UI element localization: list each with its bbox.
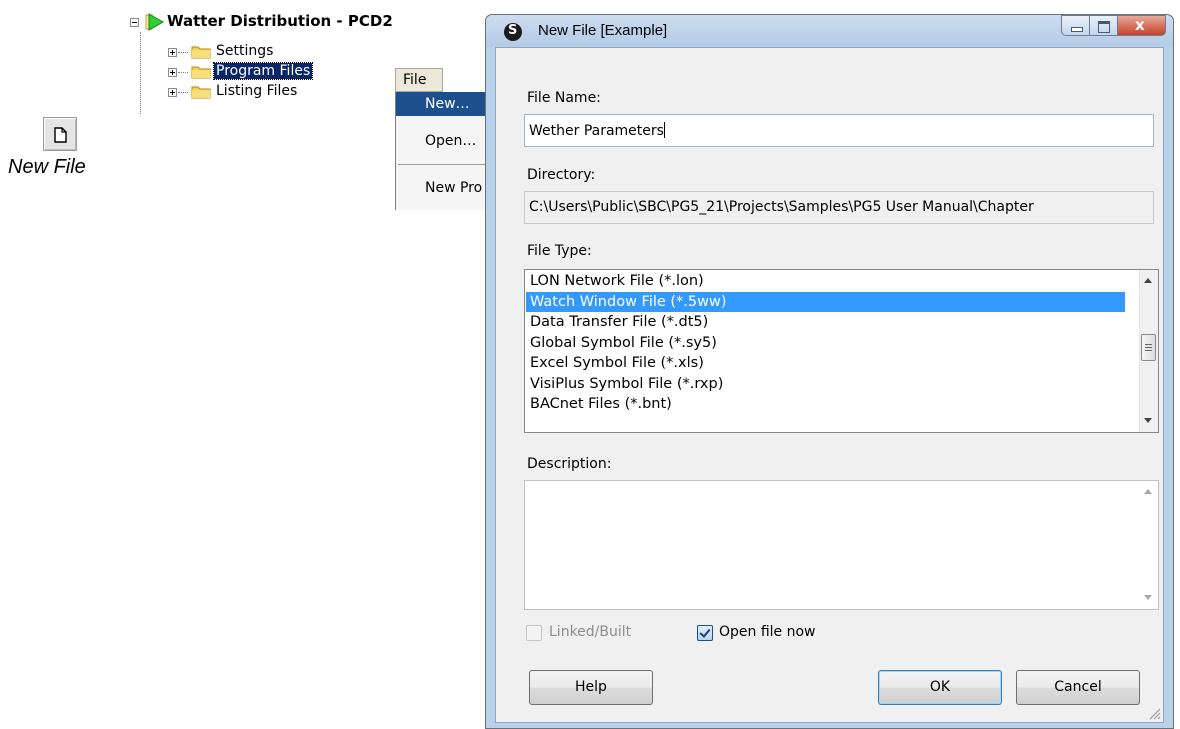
file-name-input[interactable]: Wether Parameters [524,114,1154,147]
folder-icon [191,46,211,59]
tree-connector [178,52,188,53]
file-type-item-selected[interactable]: Watch Window File (*.5ww) [526,291,1125,312]
expand-icon[interactable] [168,88,177,97]
file-name-value: Wether Parameters [529,123,664,139]
description-label: Description: [527,456,612,472]
maximize-icon [1098,21,1110,33]
text-caret [663,122,665,138]
description-scrollbar [1140,481,1158,609]
menu-separator [398,164,494,165]
green-play-icon [145,13,165,31]
file-type-label: File Type: [527,243,592,259]
menu-item-new[interactable]: New… [396,92,496,116]
scroll-down-icon[interactable] [1144,418,1152,423]
file-name-label: File Name: [527,90,601,106]
tree-item-label: Settings [216,43,274,59]
file-menu-dropdown: New… Open… New Pro [395,92,496,210]
linked-built-checkbox[interactable] [526,625,542,641]
file-type-list[interactable]: LON Network File (*.lon) Watch Window Fi… [524,269,1159,433]
open-file-now-label: Open file now [719,624,816,640]
tree-connector [178,92,188,93]
tree-connector [178,72,188,73]
linked-built-label: Linked/Built [549,624,632,640]
menu-file[interactable]: File [395,68,443,92]
file-type-item[interactable]: BACnet Files (*.bnt) [526,394,1125,415]
description-input[interactable] [524,480,1159,610]
resize-grip-icon[interactable] [1147,706,1161,720]
dialog-titlebar[interactable]: New File [Example] x [486,15,1173,47]
scroll-thumb[interactable] [1141,334,1156,361]
file-type-scrollbar[interactable] [1139,270,1158,432]
dialog-client: File Name: Wether Parameters Directory: … [495,47,1164,723]
new-file-dialog: New File [Example] x File Name: Wether P… [485,14,1174,729]
dialog-title: New File [Example] [538,22,668,39]
new-file-button[interactable] [43,117,77,151]
menu-item-open[interactable]: Open… [396,129,496,153]
tree-item-label: Listing Files [216,83,298,99]
tree-root-label: Watter Distribution - PCD2 [167,12,393,30]
file-type-item[interactable]: Data Transfer File (*.dt5) [526,312,1125,333]
saia-app-icon [504,23,522,41]
new-file-icon [54,127,67,143]
menu-item-new-project[interactable]: New Pro [396,176,496,200]
file-type-item[interactable]: Global Symbol File (*.sy5) [526,333,1125,354]
collapse-icon[interactable] [130,18,139,27]
tree-connector [140,32,141,114]
directory-field[interactable]: C:\Users\Public\SBC\PG5_21\Projects\Samp… [524,191,1154,224]
scroll-up-icon[interactable] [1144,278,1152,283]
minimize-icon [1071,27,1083,32]
ok-button[interactable]: OK [878,670,1002,705]
help-button[interactable]: Help [529,670,653,705]
folder-icon [191,66,211,79]
directory-label: Directory: [527,167,596,183]
open-file-now-checkbox[interactable] [697,625,713,641]
scroll-down-icon [1144,595,1152,600]
new-file-caption: New File [8,156,86,178]
window-controls: x [1061,15,1166,37]
minimize-button[interactable] [1061,15,1090,36]
expand-icon[interactable] [168,48,177,57]
file-type-item[interactable]: Excel Symbol File (*.xls) [526,353,1125,374]
file-type-item[interactable]: VisiPlus Symbol File (*.rxp) [526,374,1125,395]
cancel-button[interactable]: Cancel [1016,670,1140,705]
grip-line [1145,344,1152,345]
grip-line [1145,350,1152,351]
folder-icon [191,86,211,99]
grip-line [1145,347,1152,348]
expand-icon[interactable] [168,68,177,77]
file-type-item[interactable]: LON Network File (*.lon) [526,271,1125,292]
close-icon: x [1135,16,1145,34]
scroll-up-icon [1144,489,1152,494]
maximize-button[interactable] [1090,15,1118,36]
close-button[interactable]: x [1118,15,1166,36]
tree-item-label: Program Files [212,62,314,80]
